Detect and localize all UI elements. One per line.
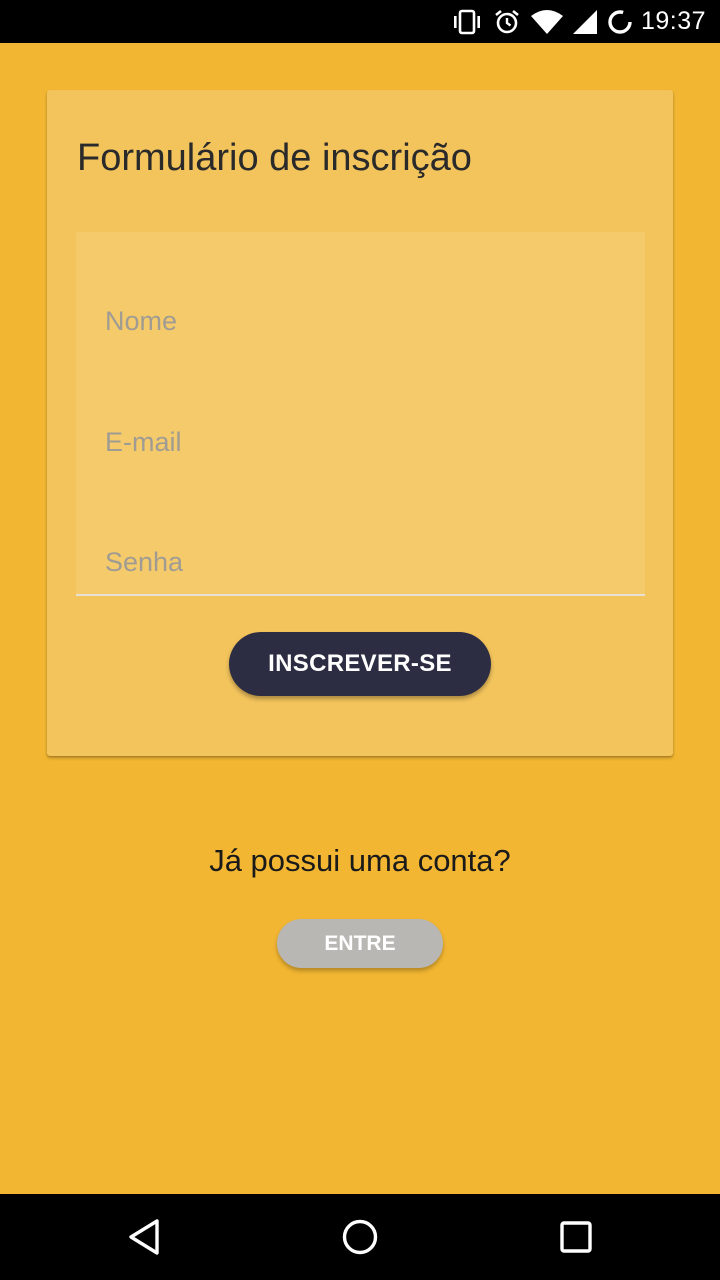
back-icon bbox=[129, 1219, 159, 1255]
login-prompt: Já possui uma conta? bbox=[209, 843, 511, 878]
signup-button[interactable]: INSCREVER-SE bbox=[229, 632, 491, 696]
home-button[interactable] bbox=[300, 1194, 420, 1280]
form-title: Formulário de inscrição bbox=[77, 137, 472, 179]
login-button[interactable]: ENTRE bbox=[277, 919, 443, 968]
password-input[interactable] bbox=[76, 527, 645, 597]
email-field-container bbox=[76, 407, 645, 477]
recents-icon bbox=[560, 1221, 592, 1253]
form-fields-panel bbox=[76, 232, 645, 597]
email-input[interactable] bbox=[76, 407, 645, 477]
name-field-container bbox=[76, 286, 645, 356]
navigation-bar bbox=[0, 1194, 720, 1280]
password-field-container bbox=[76, 527, 645, 597]
back-button[interactable] bbox=[84, 1194, 204, 1280]
status-time: 19:37 bbox=[640, 7, 706, 35]
wifi-icon bbox=[530, 9, 563, 34]
recents-button[interactable] bbox=[516, 1194, 636, 1280]
app-screen: 19:37 Formulário de inscrição INSCREVER-… bbox=[0, 0, 720, 1280]
home-icon bbox=[342, 1219, 378, 1255]
signup-card: Formulário de inscrição INSCREVER-SE bbox=[47, 90, 673, 756]
sync-icon bbox=[607, 9, 633, 35]
status-bar: 19:37 bbox=[0, 0, 720, 43]
name-input[interactable] bbox=[76, 286, 645, 356]
alarm-icon bbox=[493, 8, 521, 36]
vibrate-icon bbox=[451, 9, 483, 35]
signal-icon bbox=[572, 9, 597, 34]
status-icons: 19:37 bbox=[441, 0, 706, 43]
